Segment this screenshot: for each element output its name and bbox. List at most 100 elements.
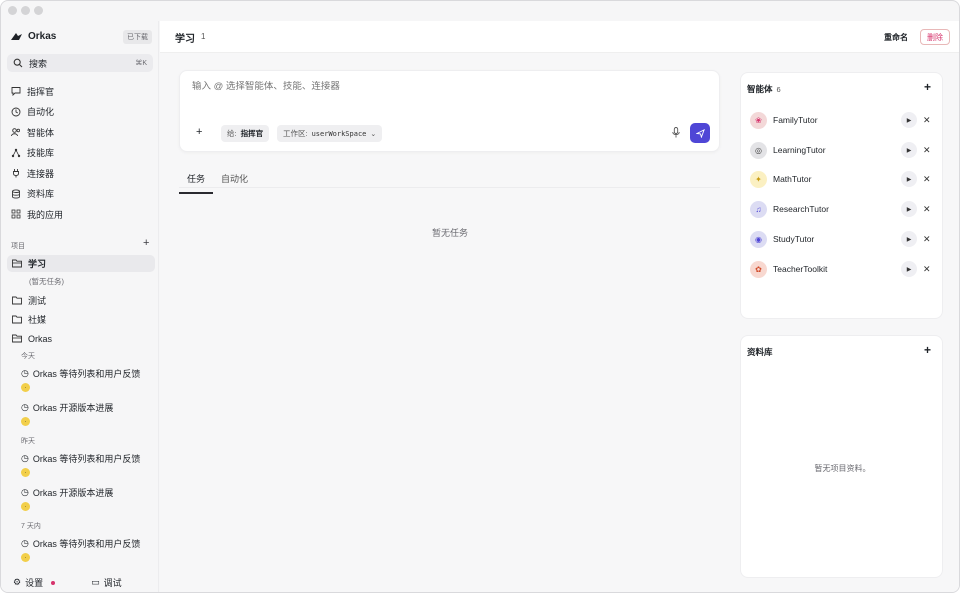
project-item-study[interactable]: 学习 [7,255,155,272]
add-project-button[interactable]: + [143,237,149,249]
agents-count: 6 [776,85,781,94]
rename-button[interactable]: 重命名 [884,32,908,43]
play-icon[interactable]: ▶ [901,142,917,158]
task-title: Orkas 等待列表和用户反馈 [32,369,141,379]
add-agent-button[interactable]: + [924,80,931,94]
search-shortcut: ⌘K [135,60,147,67]
play-icon[interactable]: ▶ [901,231,917,247]
close-icon[interactable]: ✕ [923,204,931,215]
minimize-window-button[interactable] [21,6,30,15]
close-icon[interactable]: ✕ [923,234,931,245]
play-icon[interactable]: ▶ [901,112,917,128]
clock-icon: ◷ [21,368,29,378]
target-prefix: 给: [227,129,237,138]
agent-row[interactable]: ◉ StudyTutor ▶ ✕ [750,229,934,249]
nav-item-skills[interactable]: 技能库 [7,143,153,164]
project-item-orkas[interactable]: Orkas [7,330,155,347]
agent-name: TeacherToolkit [773,264,828,274]
task-item[interactable]: ◷ Orkas 等待列表和用户反馈 · [21,452,155,477]
close-icon[interactable]: ✕ [923,174,931,185]
play-icon[interactable]: ▶ [901,171,917,187]
task-item[interactable]: ◷ Orkas 等待列表和用户反馈 · [21,537,155,562]
agents-panel-title: 智能体 6 [747,83,781,95]
nav-item-library[interactable]: 资料库 [7,184,153,205]
toolkit-icon: ✿ [750,260,767,278]
page-title: 学习 [175,34,195,45]
tab-bar: 任务 自动化 [179,169,256,194]
nav-item-agents[interactable]: 智能体 [7,122,153,143]
download-badge[interactable]: 已下载 [123,30,152,44]
tab-tasks[interactable]: 任务 [179,169,214,194]
play-icon[interactable]: ▶ [901,261,917,277]
task-title: Orkas 开源版本进展 [32,403,114,413]
target-chip[interactable]: 给: 指挥官 [221,125,270,142]
agent-row[interactable]: ✿ TeacherToolkit ▶ ✕ [750,259,934,279]
music-note-icon: ♫ [750,200,767,218]
debug-button[interactable]: ▭ 调试 [91,576,122,589]
send-button[interactable] [690,123,710,143]
agent-row[interactable]: ✦ MathTutor ▶ ✕ [750,169,934,189]
main-nav: 指挥官 自动化 智能体 技能库 连接器 资料库 我的应用 [7,81,153,225]
workspace-value: userWorkSpace [311,129,367,138]
task-title: Orkas 开源版本进展 [32,488,114,498]
clock-icon: ◷ [21,487,29,497]
nav-label: 连接器 [27,168,55,179]
task-item[interactable]: ◷ Orkas 开源版本进展 · [21,486,155,511]
close-window-button[interactable] [8,6,17,15]
task-count: 1 [201,32,206,41]
group-label-week: 7 天内 [21,523,41,530]
clock-icon: ◷ [21,453,29,463]
users-icon [11,128,20,137]
agents-title: 智能体 [747,84,773,94]
microphone-icon[interactable] [672,127,680,138]
database-icon [12,189,20,199]
add-library-item-button[interactable]: + [924,343,931,357]
project-empty-note: (暂无任务) [29,277,64,286]
library-panel: 资料库 + 暂无项目资料。 [740,335,943,578]
close-icon[interactable]: ✕ [923,145,931,156]
tab-automation[interactable]: 自动化 [213,169,256,194]
title-bar [1,1,959,21]
chat-icon [11,87,21,97]
nav-item-commander[interactable]: 指挥官 [7,81,153,102]
task-item[interactable]: ◷ Orkas 等待列表和用户反馈 · [21,367,155,392]
add-attachment-button[interactable]: + [196,126,202,138]
nav-label: 我的应用 [27,209,64,220]
close-icon[interactable]: ✕ [923,264,931,275]
empty-state: 暂无任务 [432,228,469,238]
agent-name: LearningTutor [773,145,826,155]
composer-input[interactable] [192,81,692,92]
grid-icon [11,209,21,219]
agent-name: FamilyTutor [773,115,818,125]
workspace-select[interactable]: 工作区: userWorkSpace ⌄ [277,125,383,142]
project-item-test[interactable]: 测试 [7,292,155,309]
play-icon[interactable]: ▶ [901,201,917,217]
group-label-yesterday: 昨天 [21,438,35,445]
search-bar[interactable]: 搜索 ⌘K [7,54,153,72]
agent-row[interactable]: ♫ ResearchTutor ▶ ✕ [750,199,934,219]
agent-row[interactable]: ❀ FamilyTutor ▶ ✕ [750,110,934,130]
notification-dot [51,580,56,585]
project-label: 学习 [28,259,47,269]
orkas-logo-icon [11,33,22,40]
zoom-window-button[interactable] [34,6,43,15]
network-icon [11,148,21,157]
gear-icon: ⚙ [13,577,22,587]
agent-row[interactable]: ◎ LearningTutor ▶ ✕ [750,140,934,160]
delete-button[interactable]: 删除 [920,29,950,45]
projects-section-label: 项目 [11,243,25,250]
project-item-social[interactable]: 社媒 [7,311,155,328]
main-content: 学习 1 重命名 删除 + 给: 指挥官 工作区: userWorkSpace … [160,21,959,592]
nav-label: 自动化 [27,107,55,118]
folder-icon [12,296,22,305]
settings-label: 设置 [25,578,44,588]
task-item[interactable]: ◷ Orkas 开源版本进展 · [21,401,155,426]
status-emoji-icon: · [21,553,30,562]
agents-panel: 智能体 6 + ❀ FamilyTutor ▶ ✕ ◎ LearningTutor… [740,72,943,319]
nav-item-connectors[interactable]: 连接器 [7,163,153,184]
nav-item-automation[interactable]: 自动化 [7,102,153,123]
settings-button[interactable]: ⚙ 设置 [13,576,56,589]
library-title: 资料库 [747,347,773,357]
close-icon[interactable]: ✕ [923,115,931,126]
nav-item-my-apps[interactable]: 我的应用 [7,204,153,225]
